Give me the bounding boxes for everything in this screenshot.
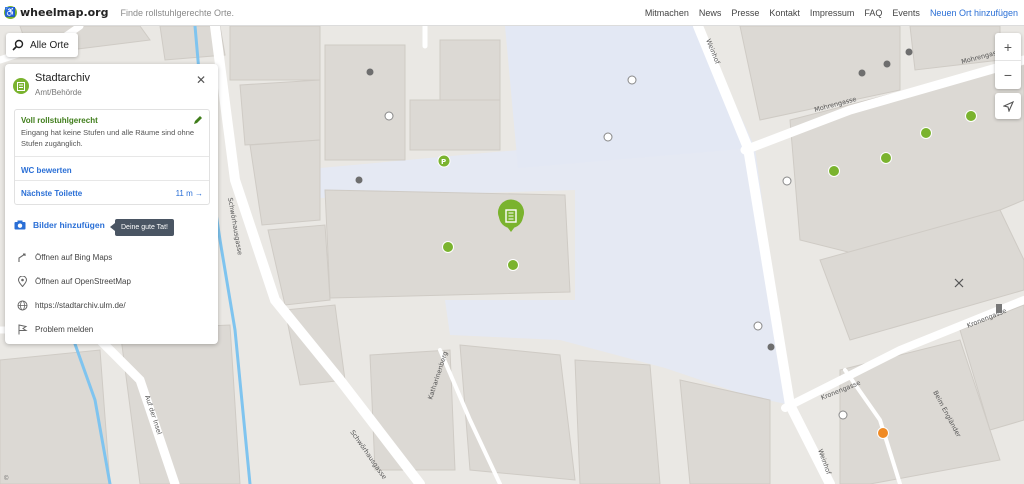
unrated-place-marker[interactable]	[883, 60, 891, 68]
add-photos-link[interactable]: Bilder hinzufügen	[33, 220, 105, 230]
search-label: Alle Orte	[30, 39, 69, 51]
camera-icon	[14, 220, 26, 230]
unrated-place-marker[interactable]	[782, 176, 792, 186]
open-osm-link[interactable]: Öffnen auf OpenStreetMap	[35, 277, 131, 286]
unrated-place-marker[interactable]	[384, 111, 394, 121]
open-bing-maps-row[interactable]: Öffnen auf Bing Maps	[17, 252, 112, 263]
map-pin-icon	[17, 276, 28, 287]
place-category: Amt/Behörde	[35, 88, 82, 97]
logo[interactable]: ♿ wheelmap.org	[4, 6, 108, 19]
accessible-place-marker[interactable]	[965, 110, 977, 122]
phone-icon[interactable]	[996, 304, 1002, 313]
wheelchair-logo-icon: ♿	[4, 6, 17, 19]
place-category-icon	[13, 78, 29, 94]
nav-impressum[interactable]: Impressum	[810, 8, 855, 18]
location-arrow-icon	[1002, 100, 1014, 112]
report-problem-row[interactable]: Problem melden	[17, 324, 93, 335]
accessible-place-marker[interactable]	[880, 152, 892, 164]
unrated-place-marker[interactable]	[858, 69, 866, 77]
unrated-place-marker[interactable]	[753, 321, 763, 331]
accessibility-card: Voll rollstuhlgerecht Eingang hat keine …	[14, 109, 210, 205]
brand-name: wheelmap.org	[20, 6, 109, 19]
unrated-place-marker[interactable]	[603, 132, 613, 142]
open-osm-row[interactable]: Öffnen auf OpenStreetMap	[17, 276, 131, 287]
route-icon	[18, 253, 26, 262]
nav-kontakt[interactable]: Kontakt	[769, 8, 800, 18]
add-photos-row[interactable]: Bilder hinzufügen	[14, 220, 105, 230]
tagline: Finde rollstuhlgerechte Orte.	[120, 7, 235, 18]
accessible-place-marker[interactable]	[920, 127, 932, 139]
nav-presse[interactable]: Presse	[731, 8, 759, 18]
main-nav: Mitmachen News Presse Kontakt Impressum …	[635, 8, 1018, 18]
unrated-place-marker[interactable]	[767, 343, 775, 351]
close-icon[interactable]: ✕	[196, 73, 206, 87]
divider	[15, 180, 209, 181]
nav-faq[interactable]: FAQ	[864, 8, 882, 18]
unrated-place-marker[interactable]	[838, 410, 848, 420]
toilet-distance[interactable]: 11 m →	[176, 189, 203, 198]
search-icon	[12, 39, 24, 51]
nearest-toilet-link[interactable]: Nächste Toilette	[21, 189, 82, 198]
search-box[interactable]: Alle Orte	[6, 33, 78, 57]
unrated-place-marker[interactable]	[366, 68, 374, 76]
place-name: Stadtarchiv	[35, 72, 91, 84]
add-place-link[interactable]: Neuen Ort hinzufügen	[930, 8, 1018, 18]
unrated-place-marker[interactable]	[905, 48, 913, 56]
zoom-in-button[interactable]: +	[995, 33, 1021, 61]
website-row[interactable]: https://stadtarchiv.ulm.de/	[17, 300, 126, 311]
nav-events[interactable]: Events	[892, 8, 920, 18]
parking-icon: P	[441, 158, 446, 166]
zoom-control: + −	[995, 33, 1021, 89]
building-icon	[17, 81, 25, 91]
pencil-icon[interactable]	[193, 115, 203, 125]
accessibility-description: Eingang hat keine Stufen und alle Räume …	[21, 128, 195, 148]
flag-icon	[18, 324, 28, 335]
divider	[15, 156, 209, 157]
accessible-place-marker[interactable]	[828, 165, 840, 177]
place-info-panel: Stadtarchiv Amt/Behörde ✕ Voll rollstuhl…	[5, 64, 218, 344]
unrated-place-marker[interactable]	[355, 176, 363, 184]
top-bar: ♿ wheelmap.org Finde rollstuhlgerechte O…	[0, 0, 1024, 26]
tooltip-text: Deine gute Tat!	[121, 224, 168, 231]
open-bing-maps-link[interactable]: Öffnen auf Bing Maps	[35, 253, 112, 262]
accessible-place-marker[interactable]	[507, 259, 519, 271]
accessible-place-marker[interactable]	[442, 241, 454, 253]
nav-news[interactable]: News	[699, 8, 722, 18]
report-problem-link[interactable]: Problem melden	[35, 325, 93, 334]
rate-wc-link[interactable]: WC bewerten	[21, 166, 72, 175]
accessibility-status: Voll rollstuhlgerecht	[21, 116, 98, 125]
zoom-out-button[interactable]: −	[995, 61, 1021, 89]
unrated-place-marker[interactable]	[627, 75, 637, 85]
globe-icon	[17, 300, 28, 311]
website-link[interactable]: https://stadtarchiv.ulm.de/	[35, 301, 126, 310]
locate-button[interactable]	[995, 93, 1021, 119]
limited-access-marker[interactable]	[877, 427, 889, 439]
map-attribution[interactable]: ©	[4, 476, 8, 482]
tooltip: Deine gute Tat!	[110, 219, 174, 236]
nav-mitmachen[interactable]: Mitmachen	[645, 8, 689, 18]
